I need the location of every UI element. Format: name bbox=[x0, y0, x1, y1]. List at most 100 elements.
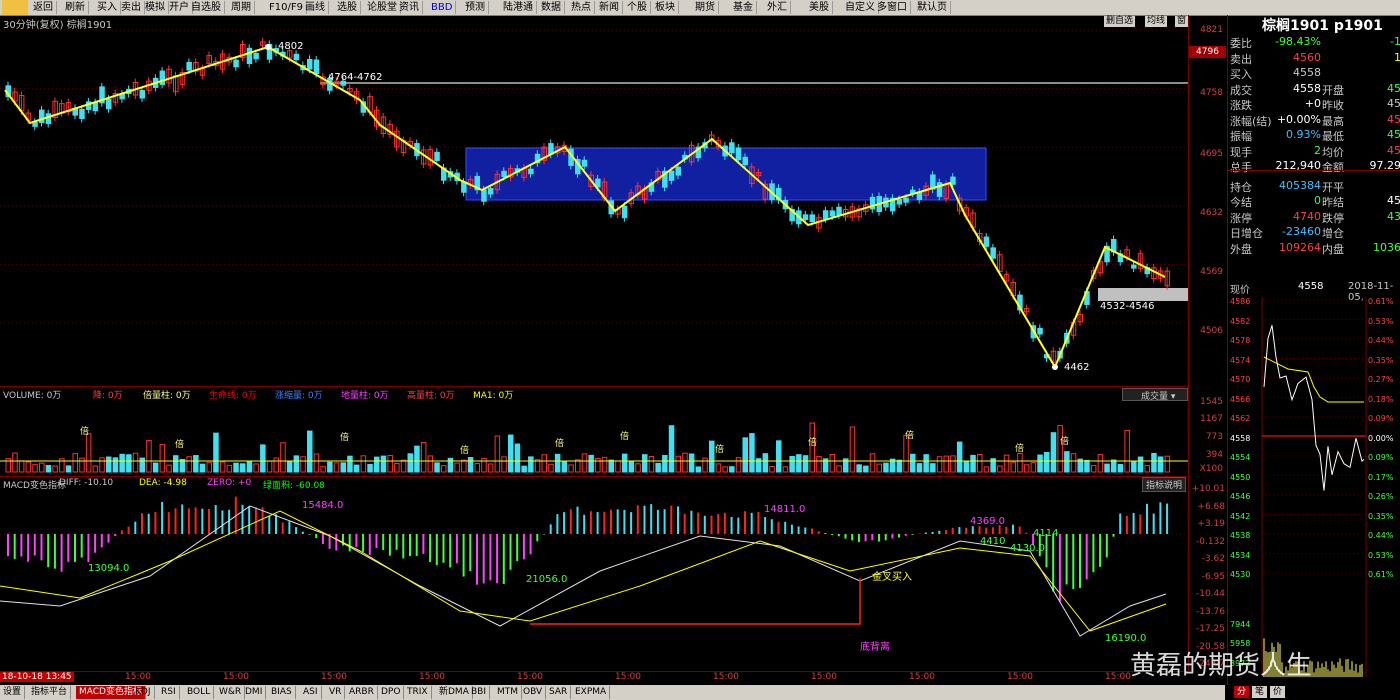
volume-bar bbox=[206, 462, 212, 473]
mini-tick-right: 0.00% bbox=[1368, 433, 1394, 443]
indicator-tab-12[interactable]: DPO bbox=[378, 686, 405, 699]
info-tab-0[interactable]: 分 bbox=[1234, 686, 1250, 698]
macd-pane[interactable]: MACD变色指标 DIFF: -10.10 DEA: -4.98 ZERO: +0 绿面… bbox=[0, 476, 1188, 672]
volume-bar bbox=[983, 466, 990, 473]
toolbar-item-4[interactable]: 模拟 bbox=[142, 1, 169, 14]
indicator-tab-5[interactable]: BOLL bbox=[184, 686, 215, 699]
toolbar-item-14[interactable]: 预测 bbox=[462, 1, 489, 14]
volume-bar bbox=[494, 435, 501, 473]
toolbar-item-9[interactable]: 画线 bbox=[302, 1, 329, 14]
volume-bar bbox=[1010, 461, 1016, 473]
mini-tick-right: 0.27% bbox=[1368, 375, 1394, 384]
indicator-tab-19[interactable]: EXPMA bbox=[572, 686, 611, 699]
toolbar-item-15[interactable]: 陆港通 bbox=[500, 1, 537, 14]
tick-line: 现价 4558 2018-11-05, bbox=[1230, 281, 1394, 303]
quote-label: 振幅 bbox=[1230, 130, 1252, 143]
volume-bar bbox=[166, 464, 172, 473]
toolbar-item-16[interactable]: 数据 bbox=[538, 1, 565, 14]
quote-value: 45 bbox=[1387, 112, 1400, 126]
toolbar-item-10[interactable]: 选股 bbox=[334, 1, 361, 14]
mini-tick-right: 0.61% bbox=[1368, 297, 1394, 306]
info-tab-2[interactable]: 价 bbox=[1270, 686, 1286, 698]
volume-bar bbox=[152, 462, 159, 473]
toolbar-item-22[interactable]: 基金 bbox=[730, 1, 757, 14]
quote-label: 开平 bbox=[1322, 180, 1344, 194]
toolbar-item-3[interactable]: 卖出 bbox=[118, 1, 145, 14]
indicator-tab-1[interactable]: 指标平台 bbox=[28, 686, 72, 699]
volume-bar bbox=[561, 460, 568, 473]
logo-icon[interactable] bbox=[2, 0, 28, 15]
volume-bar bbox=[1097, 454, 1104, 473]
volume-bar bbox=[1017, 452, 1023, 473]
mini-tick-right: 0.44% bbox=[1368, 336, 1394, 345]
toolbar-item-0[interactable]: 返回 bbox=[30, 1, 57, 14]
indicator-tab-7[interactable]: DMI bbox=[242, 686, 267, 699]
volume-bar bbox=[487, 463, 494, 473]
top-toolbar: 返回 刷新 买入 卖出 模拟 开户 自选股 周期 F10/F9 画线 选股 论股堂 资讯 BBD 预测 陆港通… bbox=[0, 0, 1400, 16]
volume-bar bbox=[554, 453, 561, 473]
candlestick-chart[interactable] bbox=[0, 15, 1188, 386]
indicator-tab-13[interactable]: TRIX bbox=[404, 686, 432, 699]
macd-annotation: 14811.0 bbox=[764, 504, 805, 515]
indicator-tab-8[interactable]: BIAS bbox=[268, 686, 296, 699]
toolbar-item-13[interactable]: BBD bbox=[428, 1, 457, 14]
volume-bar bbox=[950, 455, 956, 473]
volume-bars: 倍倍倍倍倍倍倍倍倍倍倍 bbox=[0, 422, 1188, 473]
quote-value: 4560 bbox=[1293, 50, 1321, 64]
indicator-tab-17[interactable]: OBV bbox=[520, 686, 547, 699]
indicator-tab-0[interactable]: 设置 bbox=[0, 686, 26, 699]
toolbar-item-21[interactable]: 期货 bbox=[692, 1, 719, 14]
toolbar-item-23[interactable]: 外汇 bbox=[764, 1, 791, 14]
toolbar-item-6[interactable]: 自选股 bbox=[188, 1, 225, 14]
volume-bar bbox=[39, 462, 45, 473]
date-tick: 15:00 bbox=[811, 672, 837, 682]
volume-pane[interactable]: VOLUME: 0万 降: 0万 倍量柱: 0万 生命线: 0万 涨缩量: 0万 地量柱:… bbox=[0, 386, 1188, 477]
candle-body bbox=[481, 189, 487, 202]
indicator-tab-10[interactable]: VR bbox=[326, 686, 346, 699]
toolbar-item-8[interactable]: F10/F9 bbox=[266, 1, 307, 14]
volume-marker: 倍 bbox=[80, 425, 89, 437]
indicator-tab-9[interactable]: ASI bbox=[300, 686, 322, 699]
toolbar-item-27[interactable]: 默认页 bbox=[914, 1, 951, 14]
volume-bar bbox=[601, 456, 608, 473]
candle-body bbox=[461, 181, 467, 193]
date-tick: 15:00 bbox=[125, 672, 151, 682]
mini-avg-line bbox=[1263, 356, 1364, 403]
toolbar-item-18[interactable]: 新闻 bbox=[596, 1, 623, 14]
indicator-tab-3[interactable]: KDJ bbox=[132, 686, 155, 699]
candle-body bbox=[233, 59, 239, 68]
indicator-tab-15[interactable]: BBI bbox=[468, 686, 491, 699]
quote-value: 45 bbox=[1387, 128, 1400, 141]
indicator-tab-4[interactable]: RSI bbox=[158, 686, 180, 699]
date-axis: 18-10-18 13:45 15:00 15:00 15:00 15:00 15:00 1… bbox=[0, 671, 1226, 685]
volume-bar bbox=[18, 460, 25, 473]
volume-bar bbox=[668, 425, 675, 473]
indicator-tab-6[interactable]: W&R bbox=[216, 686, 246, 699]
quote-label: 增仓 bbox=[1322, 227, 1344, 240]
indicator-tab-16[interactable]: MTM bbox=[494, 686, 523, 699]
indicator-tab-18[interactable]: SAR bbox=[546, 686, 572, 699]
quote-label: 内盘 bbox=[1322, 242, 1344, 256]
toolbar-item-19[interactable]: 个股 bbox=[624, 1, 651, 14]
toolbar-item-2[interactable]: 买入 bbox=[94, 1, 121, 14]
toolbar-item-24[interactable]: 美股 bbox=[806, 1, 833, 14]
toolbar-item-20[interactable]: 板块 bbox=[652, 1, 679, 14]
volume-bar bbox=[300, 456, 306, 473]
quote-row: 外盘 109264 内盘 1036 bbox=[1228, 241, 1400, 256]
info-tab-1[interactable]: 笔 bbox=[1252, 686, 1268, 698]
mini-tick-right: 0.44% bbox=[1368, 531, 1394, 540]
volume-bar bbox=[52, 465, 58, 473]
volume-bar bbox=[374, 456, 380, 473]
volume-bar bbox=[447, 457, 454, 473]
toolbar-item-1[interactable]: 刷新 bbox=[62, 1, 89, 14]
toolbar-item-12[interactable]: 资讯 bbox=[396, 1, 423, 14]
toolbar-item-7[interactable]: 周期 bbox=[228, 1, 255, 14]
candle-body bbox=[106, 98, 112, 110]
price-chart-pane[interactable]: 30分钟(复权) 棕榈1901 删自选 均线窗 4802 4764-4762 45… bbox=[0, 15, 1189, 387]
volume-bar bbox=[1030, 462, 1037, 473]
mini-tick-right: 0.53% bbox=[1368, 550, 1394, 560]
toolbar-item-17[interactable]: 热点 bbox=[568, 1, 595, 14]
toolbar-item-26[interactable]: 多窗口 bbox=[874, 1, 911, 14]
indicator-tab-11[interactable]: ARBR bbox=[346, 686, 378, 699]
volume-bar bbox=[782, 466, 789, 473]
